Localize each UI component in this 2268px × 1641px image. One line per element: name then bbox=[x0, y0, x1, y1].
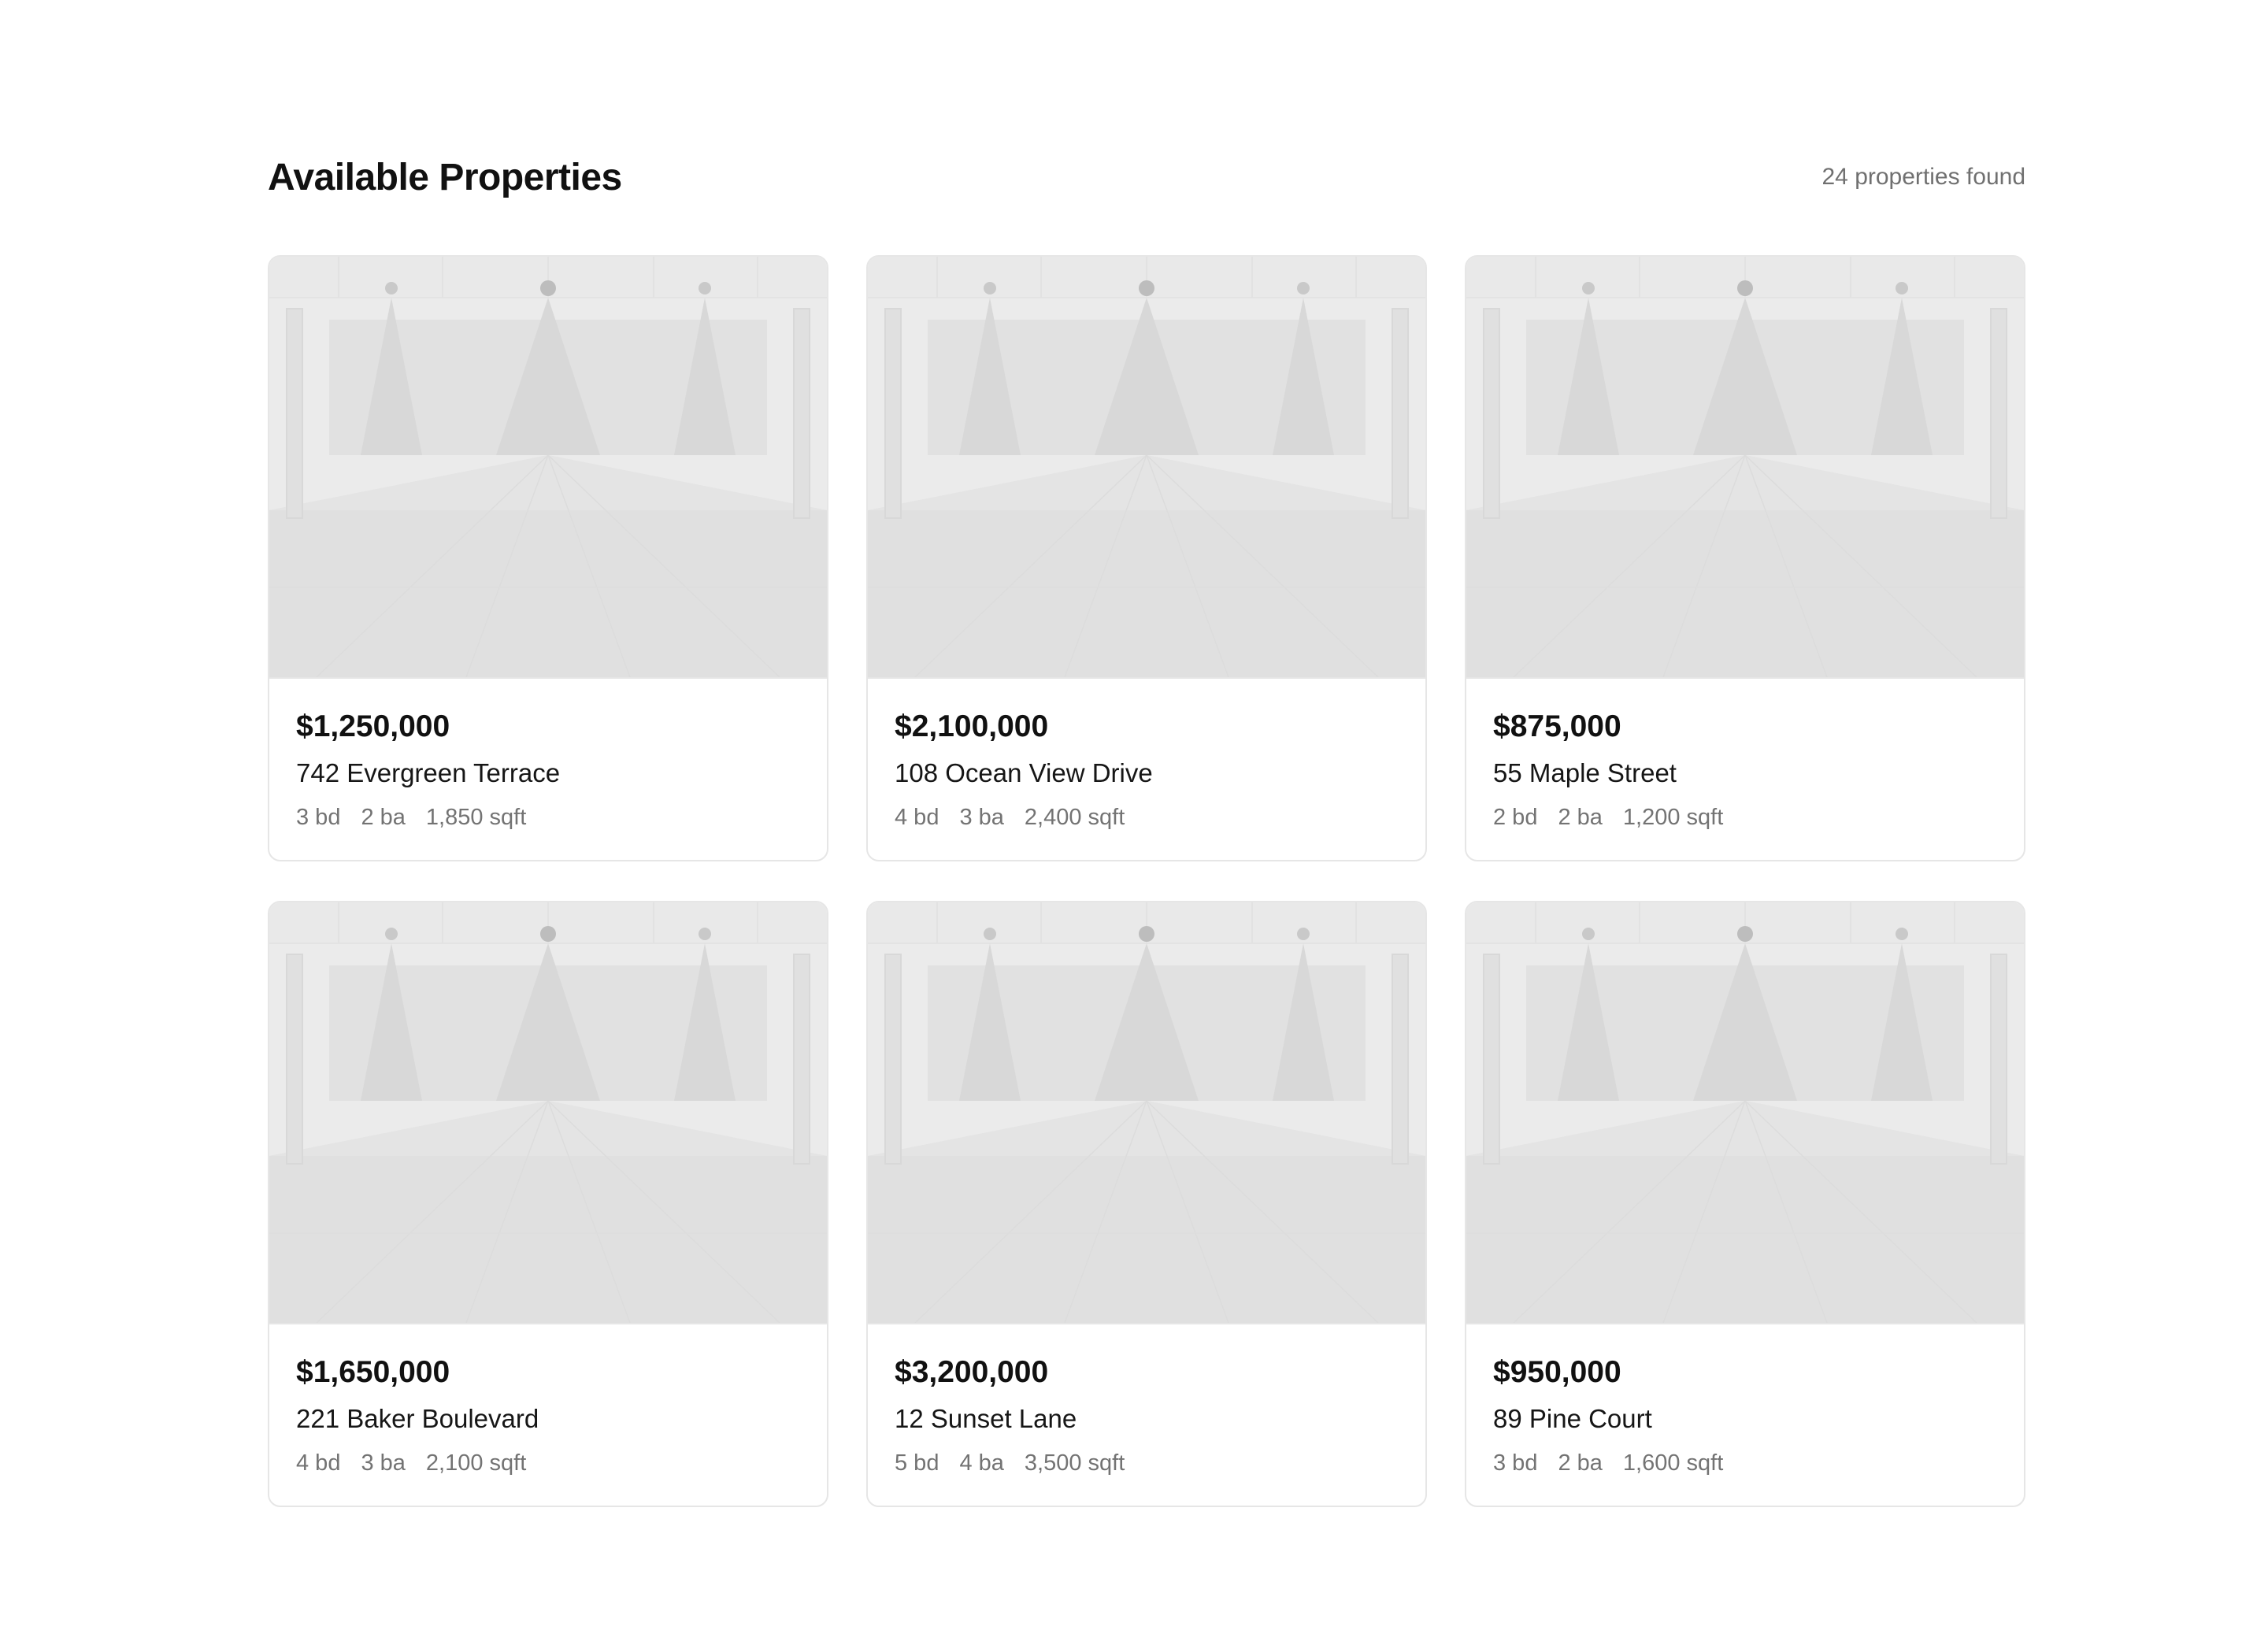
baths-count: 2 ba bbox=[1558, 805, 1603, 830]
square-footage: 2,100 sqft bbox=[425, 1450, 527, 1476]
property-card[interactable]: $3,200,000 12 Sunset Lane 5 bd 4 ba 3,50… bbox=[866, 901, 1427, 1507]
property-specs: 2 bd 2 ba 1,200 sqft bbox=[1493, 803, 1997, 832]
beds-count: 4 bd bbox=[296, 1450, 341, 1476]
property-image[interactable] bbox=[868, 902, 1425, 1324]
property-price: $875,000 bbox=[1493, 709, 1621, 743]
property-address: 742 Evergreen Terrace bbox=[296, 758, 561, 787]
square-footage: 1,850 sqft bbox=[425, 805, 527, 830]
baths-count: 2 ba bbox=[1558, 1450, 1603, 1476]
property-details: $950,000 89 Pine Court 3 bd 2 ba 1,600 s… bbox=[1466, 1324, 2024, 1477]
room-placeholder-image bbox=[868, 257, 1425, 677]
property-grid: $1,250,000 742 Evergreen Terrace 3 bd 2 … bbox=[268, 255, 2025, 1507]
property-card[interactable]: $950,000 89 Pine Court 3 bd 2 ba 1,600 s… bbox=[1465, 901, 2025, 1507]
property-price: $3,200,000 bbox=[895, 1355, 1049, 1389]
property-address: 108 Ocean View Drive bbox=[895, 758, 1153, 787]
property-price: $2,100,000 bbox=[895, 709, 1049, 743]
property-specs: 5 bd 4 ba 3,500 sqft bbox=[895, 1449, 1399, 1477]
property-price: $1,250,000 bbox=[296, 709, 450, 743]
square-footage: 3,500 sqft bbox=[1024, 1450, 1125, 1476]
room-placeholder-image bbox=[868, 902, 1425, 1323]
property-card[interactable]: $1,650,000 221 Baker Boulevard 4 bd 3 ba… bbox=[268, 901, 828, 1507]
property-specs: 4 bd 3 ba 2,400 sqft bbox=[895, 803, 1399, 832]
property-details: $1,250,000 742 Evergreen Terrace 3 bd 2 … bbox=[269, 679, 827, 832]
square-footage: 2,400 sqft bbox=[1024, 805, 1125, 830]
property-details: $875,000 55 Maple Street 2 bd 2 ba 1,200… bbox=[1466, 679, 2024, 832]
property-card[interactable]: $875,000 55 Maple Street 2 bd 2 ba 1,200… bbox=[1465, 255, 2025, 861]
beds-count: 3 bd bbox=[1493, 1450, 1538, 1476]
square-footage: 1,600 sqft bbox=[1622, 1450, 1724, 1476]
property-card[interactable]: $1,250,000 742 Evergreen Terrace 3 bd 2 … bbox=[268, 255, 828, 861]
property-image[interactable] bbox=[269, 257, 827, 679]
beds-count: 2 bd bbox=[1493, 805, 1538, 830]
property-price: $950,000 bbox=[1493, 1355, 1621, 1389]
property-card[interactable]: $2,100,000 108 Ocean View Drive 4 bd 3 b… bbox=[866, 255, 1427, 861]
property-address: 55 Maple Street bbox=[1493, 758, 1677, 787]
property-image[interactable] bbox=[1466, 902, 2024, 1324]
baths-count: 2 ba bbox=[361, 805, 406, 830]
beds-count: 5 bd bbox=[895, 1450, 939, 1476]
baths-count: 3 ba bbox=[959, 805, 1004, 830]
property-specs: 3 bd 2 ba 1,850 sqft bbox=[296, 803, 800, 832]
property-image[interactable] bbox=[868, 257, 1425, 679]
property-image[interactable] bbox=[1466, 257, 2024, 679]
results-count: 24 properties found bbox=[1821, 164, 2025, 190]
square-footage: 1,200 sqft bbox=[1622, 805, 1724, 830]
baths-count: 4 ba bbox=[959, 1450, 1004, 1476]
property-address: 221 Baker Boulevard bbox=[296, 1404, 539, 1433]
property-specs: 3 bd 2 ba 1,600 sqft bbox=[1493, 1449, 1997, 1477]
listings-header: Available Properties 24 properties found bbox=[268, 150, 2025, 205]
beds-count: 4 bd bbox=[895, 805, 939, 830]
property-details: $1,650,000 221 Baker Boulevard 4 bd 3 ba… bbox=[269, 1324, 827, 1477]
property-price: $1,650,000 bbox=[296, 1355, 450, 1389]
room-placeholder-image bbox=[1466, 902, 2024, 1323]
room-placeholder-image bbox=[1466, 257, 2024, 677]
property-details: $3,200,000 12 Sunset Lane 5 bd 4 ba 3,50… bbox=[868, 1324, 1425, 1477]
room-placeholder-image bbox=[269, 257, 827, 677]
property-listings-page: Available Properties 24 properties found bbox=[0, 0, 2268, 1641]
property-address: 12 Sunset Lane bbox=[895, 1404, 1077, 1433]
property-specs: 4 bd 3 ba 2,100 sqft bbox=[296, 1449, 800, 1477]
property-details: $2,100,000 108 Ocean View Drive 4 bd 3 b… bbox=[868, 679, 1425, 832]
property-address: 89 Pine Court bbox=[1493, 1404, 1652, 1433]
beds-count: 3 bd bbox=[296, 805, 341, 830]
page-title: Available Properties bbox=[268, 156, 622, 198]
baths-count: 3 ba bbox=[361, 1450, 406, 1476]
property-image[interactable] bbox=[269, 902, 827, 1324]
room-placeholder-image bbox=[269, 902, 827, 1323]
